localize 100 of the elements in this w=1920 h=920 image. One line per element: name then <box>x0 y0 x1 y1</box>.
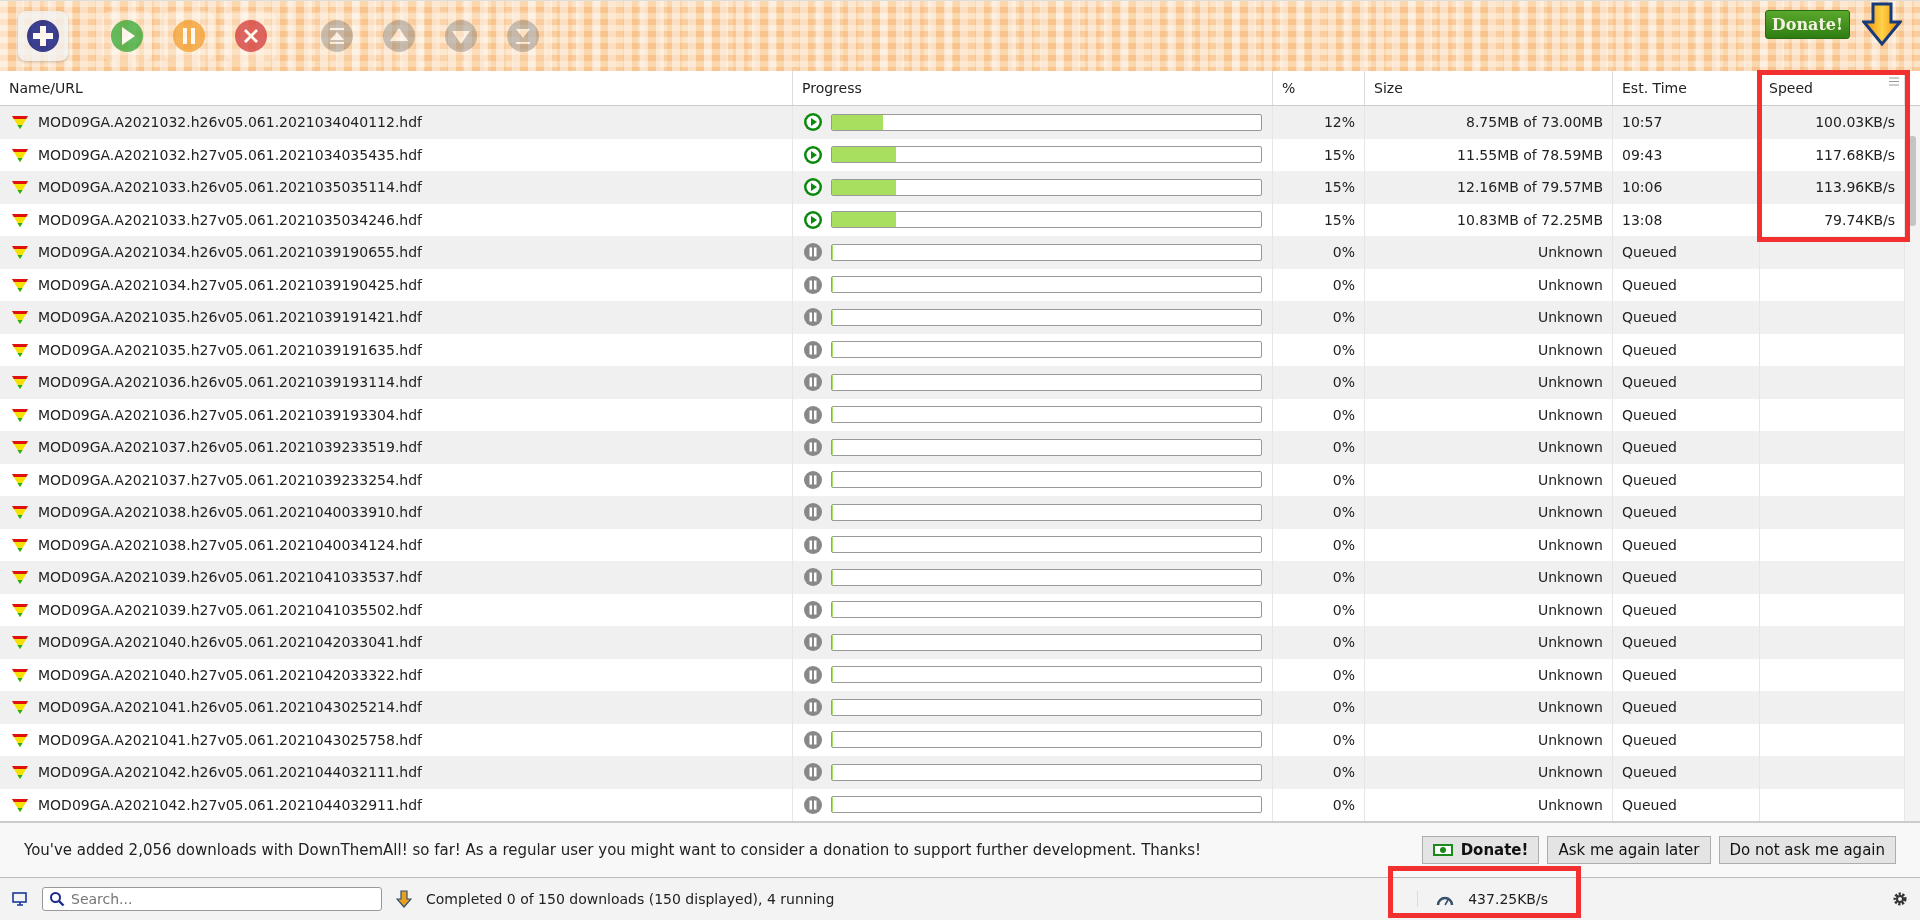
time-cell: 10:06 <box>1613 171 1760 204</box>
file-type-icon <box>12 374 28 391</box>
percent-cell: 0% <box>1273 561 1365 594</box>
file-name: MOD09GA.A2021042.h27v05.061.2021044032911.hdf <box>38 796 423 813</box>
column-header[interactable]: % <box>1273 71 1365 105</box>
file-name: MOD09GA.A2021041.h26v05.061.2021043025214.hdf <box>38 699 423 716</box>
percent-cell: 0% <box>1273 431 1365 464</box>
column-header[interactable]: Est. Time <box>1613 71 1760 105</box>
file-type-icon <box>12 276 28 293</box>
percent-cell: 15% <box>1273 171 1365 204</box>
donate-button[interactable]: Donate! <box>1421 836 1540 864</box>
download-row[interactable]: MOD09GA.A2021037.h26v05.061.2021039233519.hdf 0% Unknown Queued <box>0 431 1905 464</box>
percent-cell: 12% <box>1273 106 1365 139</box>
download-row[interactable]: MOD09GA.A2021040.h26v05.061.2021042033041.hdf 0% Unknown Queued <box>0 626 1905 659</box>
pause-icon[interactable] <box>803 372 823 393</box>
play-icon[interactable] <box>803 144 823 165</box>
file-type-icon <box>12 309 28 326</box>
speed-text: 117.68KB/s <box>1815 146 1895 163</box>
pause-icon[interactable] <box>803 404 823 425</box>
pause-icon[interactable] <box>803 534 823 555</box>
download-row[interactable]: MOD09GA.A2021035.h26v05.061.2021039191421.hdf 0% Unknown Queued <box>0 301 1905 334</box>
monitor-icon[interactable] <box>12 891 28 907</box>
pause-icon[interactable] <box>803 729 823 750</box>
pause-icon[interactable] <box>803 567 823 588</box>
play-icon[interactable] <box>803 177 823 198</box>
pause-icon[interactable] <box>803 469 823 490</box>
time-cell: Queued <box>1613 366 1760 399</box>
size-cell: Unknown <box>1365 691 1613 724</box>
download-row[interactable]: MOD09GA.A2021034.h26v05.061.2021039190655.hdf 0% Unknown Queued <box>0 236 1905 269</box>
dismiss-button[interactable]: Ask me again later <box>1547 836 1711 864</box>
file-name: MOD09GA.A2021042.h26v05.061.2021044032111.hdf <box>38 764 423 781</box>
column-header[interactable]: Progress <box>793 71 1273 105</box>
pause-icon[interactable] <box>803 632 823 653</box>
file-type-icon <box>12 699 28 716</box>
download-row[interactable]: MOD09GA.A2021036.h26v05.061.2021039193114.hdf 0% Unknown Queued <box>0 366 1905 399</box>
download-arrow-icon <box>396 890 412 908</box>
size-cell: Unknown <box>1365 366 1613 399</box>
file-name: MOD09GA.A2021032.h26v05.061.2021034040112.hdf <box>38 114 423 131</box>
size-cell: Unknown <box>1365 431 1613 464</box>
pause-icon[interactable] <box>803 762 823 783</box>
file-name: MOD09GA.A2021032.h27v05.061.2021034035435.hdf <box>38 146 423 163</box>
file-name: MOD09GA.A2021034.h27v05.061.2021039190425.hdf <box>38 276 423 293</box>
file-name: MOD09GA.A2021038.h26v05.061.2021040033910.hdf <box>38 504 423 521</box>
percent-cell: 0% <box>1273 756 1365 789</box>
file-type-icon <box>12 406 28 423</box>
move-top-icon <box>320 19 354 53</box>
down-icon <box>444 19 478 53</box>
size-cell: Unknown <box>1365 236 1613 269</box>
dismiss-button[interactable]: Do not ask me again <box>1718 836 1896 864</box>
pause-icon[interactable] <box>803 437 823 458</box>
percent-cell: 0% <box>1273 366 1365 399</box>
status-text: Completed 0 of 150 downloads (150 displayed), 4 running <box>426 891 835 907</box>
download-row[interactable]: MOD09GA.A2021032.h26v05.061.2021034040112.hdf 12% 8.75MB of 73.00MB 10:57 100.03KB/s <box>0 106 1905 139</box>
move-bottom-icon <box>506 19 540 53</box>
column-header[interactable]: Name/URL <box>0 71 793 105</box>
size-cell: Unknown <box>1365 301 1613 334</box>
column-header[interactable]: Size <box>1365 71 1613 105</box>
download-row[interactable]: MOD09GA.A2021038.h26v05.061.2021040033910.hdf 0% Unknown Queued <box>0 496 1905 529</box>
pause-icon[interactable] <box>803 599 823 620</box>
size-cell: Unknown <box>1365 496 1613 529</box>
speed-text: 79.74KB/s <box>1824 211 1895 228</box>
percent-cell: 0% <box>1273 301 1365 334</box>
donate-button[interactable]: Donate! <box>1764 9 1850 39</box>
time-cell: Queued <box>1613 301 1760 334</box>
file-type-icon <box>12 731 28 748</box>
size-cell: Unknown <box>1365 561 1613 594</box>
play-icon[interactable] <box>803 209 823 230</box>
pause-icon <box>172 19 206 53</box>
download-row[interactable]: MOD09GA.A2021039.h26v05.061.2021041033537.hdf 0% Unknown Queued <box>0 561 1905 594</box>
pause-icon[interactable] <box>803 242 823 263</box>
download-row[interactable]: MOD09GA.A2021042.h26v05.061.2021044032111.hdf 0% Unknown Queued <box>0 756 1905 789</box>
search-icon <box>49 891 65 907</box>
pause-icon[interactable] <box>803 339 823 360</box>
size-cell: Unknown <box>1365 626 1613 659</box>
toolbar-button[interactable] <box>18 11 68 61</box>
download-row[interactable]: MOD09GA.A2021041.h26v05.061.2021043025214.hdf 0% Unknown Queued <box>0 691 1905 724</box>
pause-icon[interactable] <box>803 664 823 685</box>
download-row[interactable]: MOD09GA.A2021033.h26v05.061.2021035035114.hdf 15% 12.16MB of 79.57MB 10:06 113.96KB/s <box>0 171 1905 204</box>
file-type-icon <box>12 666 28 683</box>
pause-icon[interactable] <box>803 794 823 815</box>
file-name: MOD09GA.A2021035.h26v05.061.2021039191421.hdf <box>38 309 423 326</box>
time-cell: Queued <box>1613 561 1760 594</box>
arrow-logo-icon <box>1862 2 1902 46</box>
column-menu-icon[interactable] <box>1889 77 1899 86</box>
file-name: MOD09GA.A2021033.h26v05.061.2021035035114.hdf <box>38 179 423 196</box>
file-type-icon <box>12 244 28 261</box>
file-type-icon <box>12 179 28 196</box>
pause-icon[interactable] <box>803 502 823 523</box>
file-type-icon <box>12 536 28 553</box>
column-header[interactable]: Speed <box>1760 71 1905 105</box>
search-field[interactable]: Search... <box>42 887 382 911</box>
play-icon[interactable] <box>803 112 823 133</box>
pause-icon[interactable] <box>803 697 823 718</box>
file-type-icon <box>12 341 28 358</box>
pause-icon[interactable] <box>803 274 823 295</box>
time-cell: Queued <box>1613 431 1760 464</box>
file-type-icon <box>12 796 28 813</box>
pause-icon[interactable] <box>803 307 823 328</box>
settings-icon[interactable] <box>1892 891 1908 907</box>
scrollbar[interactable] <box>1905 106 1920 821</box>
